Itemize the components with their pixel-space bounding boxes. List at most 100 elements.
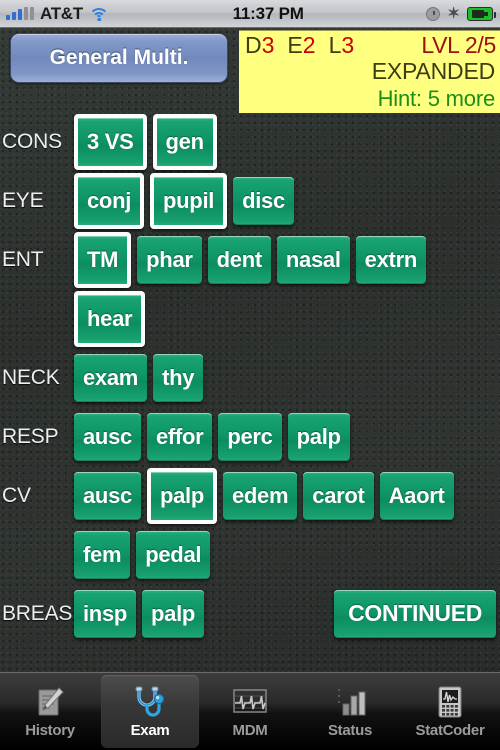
exam-finding-button[interactable]: phar: [137, 235, 202, 284]
exam-row: hear: [0, 289, 500, 348]
code-group-l: L3: [329, 32, 355, 58]
exam-finding-button[interactable]: edem: [222, 471, 298, 520]
notepad-pen-icon: [31, 685, 69, 719]
exam-finding-button[interactable]: palp: [287, 412, 350, 461]
tab-label: Exam: [130, 721, 170, 739]
hint-label: Hint: 5 more: [377, 86, 496, 111]
exam-screen: General Multi. D3 E2 L3 LVL 2/5 EXPANDED…: [0, 28, 500, 672]
bluetooth-icon: ✶: [447, 5, 460, 22]
exam-row: EYE conj pupil disc: [0, 171, 500, 230]
exam-row-label: CONS: [2, 129, 62, 153]
exam-rows-container: CONS 3 VS gen EYE conj pupil disc ENT TM phar dent…: [0, 112, 500, 643]
code-key-l: L: [328, 32, 342, 58]
exam-row: BREAS insp palp CONTINUED: [0, 584, 500, 643]
exam-finding-button[interactable]: conj: [74, 172, 145, 229]
battery-charging-icon: [467, 6, 496, 21]
exam-finding-button[interactable]: Aaort: [379, 471, 454, 520]
exam-row-buttons: TM phar dent nasal extrn: [74, 230, 432, 289]
exam-finding-button[interactable]: insp: [74, 589, 137, 638]
code-value-l: 3: [341, 32, 355, 58]
exam-row: NECK exam thy: [0, 348, 500, 407]
exam-finding-button[interactable]: fem: [74, 530, 131, 579]
status-bar: AT&T 11:37 PM ✶: [0, 0, 500, 28]
exam-row-buttons: fem pedal: [74, 525, 216, 584]
tab-history[interactable]: History: [1, 675, 99, 748]
exam-row-buttons: ausc effor perc palp: [74, 407, 356, 466]
exam-finding-button[interactable]: CONTINUED: [334, 589, 497, 638]
carrier-label: AT&T: [40, 3, 83, 23]
exam-row-buttons: insp palp CONTINUED: [74, 584, 500, 643]
exam-finding-button[interactable]: perc: [218, 412, 282, 461]
exam-finding-button[interactable]: gen: [152, 113, 217, 170]
exam-finding-button[interactable]: dent: [207, 235, 271, 284]
code-value-d: 3: [261, 32, 275, 58]
exam-finding-button[interactable]: TM: [74, 231, 132, 288]
exam-row-buttons: hear: [74, 289, 151, 348]
bar-chart-icon: [331, 685, 369, 719]
exam-row: fem pedal: [0, 525, 500, 584]
status-bar-left: AT&T: [0, 4, 110, 24]
exam-finding-button[interactable]: carot: [303, 471, 374, 520]
exam-status-label: EXPANDED: [371, 58, 495, 84]
tab-mdm[interactable]: MDM: [201, 675, 299, 748]
exam-row-label: [2, 525, 72, 584]
status-bar-right: ✶: [426, 6, 500, 21]
exam-row-label: RESP: [2, 424, 59, 448]
level-value-label: LVL 2/5: [421, 32, 496, 58]
tab-statcoder[interactable]: StatCoder: [401, 675, 499, 748]
exam-row-buttons: exam thy: [74, 348, 209, 407]
exam-finding-button[interactable]: exam: [74, 353, 148, 402]
exam-row-label: [2, 289, 72, 348]
status-bar-center: 11:37 PM: [110, 4, 427, 24]
category-selector-button[interactable]: General Multi.: [10, 33, 228, 83]
exam-row-buttons: conj pupil disc: [74, 171, 300, 230]
exam-row-label: EYE: [2, 188, 44, 212]
exam-finding-button[interactable]: disc: [233, 176, 294, 225]
exam-finding-button[interactable]: thy: [153, 353, 204, 402]
level-info-panel: D3 E2 L3 LVL 2/5 EXPANDED Hint: 5 more: [239, 30, 500, 113]
exam-finding-button[interactable]: palp: [146, 467, 217, 524]
exam-finding-button[interactable]: effor: [146, 412, 213, 461]
exam-row-label: ENT: [2, 247, 44, 271]
exam-row: CV ausc palp edem carot Aaort: [0, 466, 500, 525]
exam-finding-button[interactable]: nasal: [276, 235, 350, 284]
code-key-e: E: [287, 32, 303, 58]
exam-row-label: BREAS: [2, 601, 73, 625]
code-key-d: D: [245, 32, 262, 58]
exam-finding-button[interactable]: hear: [74, 290, 146, 347]
exam-row-label: CV: [2, 483, 31, 507]
code-group-e: E2: [287, 32, 315, 58]
exam-row: CONS 3 VS gen: [0, 112, 500, 171]
level-code-row: D3 E2 L3 LVL 2/5: [245, 32, 496, 58]
tab-status[interactable]: Status: [301, 675, 399, 748]
exam-row-buttons: 3 VS gen: [74, 112, 223, 171]
exam-row: ENT TM phar dent nasal extrn: [0, 230, 500, 289]
tab-label: Status: [327, 721, 373, 739]
exam-finding-button[interactable]: 3 VS: [74, 113, 147, 170]
exam-row-buttons: ausc palp edem carot Aaort: [74, 466, 460, 525]
calculator-waveform-icon: [431, 685, 469, 719]
exam-row-label: NECK: [2, 365, 60, 389]
exam-finding-button[interactable]: extrn: [355, 235, 426, 284]
alarm-clock-icon: [426, 6, 441, 21]
clock-label: 11:37 PM: [232, 3, 304, 23]
code-group-d: D3: [245, 32, 274, 58]
tab-label: MDM: [232, 721, 268, 739]
tab-exam[interactable]: Exam: [101, 675, 199, 748]
exam-row: RESP ausc effor perc palp: [0, 407, 500, 466]
exam-finding-button[interactable]: ausc: [74, 412, 141, 461]
stethoscope-icon: [131, 685, 169, 719]
signal-bars-icon: [6, 7, 34, 20]
category-selector-label: General Multi.: [49, 46, 189, 69]
exam-finding-button[interactable]: palp: [142, 589, 205, 638]
screen-header: General Multi. D3 E2 L3 LVL 2/5 EXPANDED…: [0, 28, 500, 113]
tab-label: StatCoder: [415, 721, 485, 739]
exam-finding-button[interactable]: ausc: [74, 471, 141, 520]
exam-finding-button[interactable]: pupil: [150, 172, 228, 229]
ekg-monitor-icon: [231, 685, 269, 719]
code-value-e: 2: [302, 32, 316, 58]
tab-bar: History Exam MDM Status StatCoder: [0, 672, 500, 750]
tab-label: History: [25, 721, 75, 739]
wifi-icon: [89, 6, 110, 21]
exam-finding-button[interactable]: pedal: [136, 530, 211, 579]
